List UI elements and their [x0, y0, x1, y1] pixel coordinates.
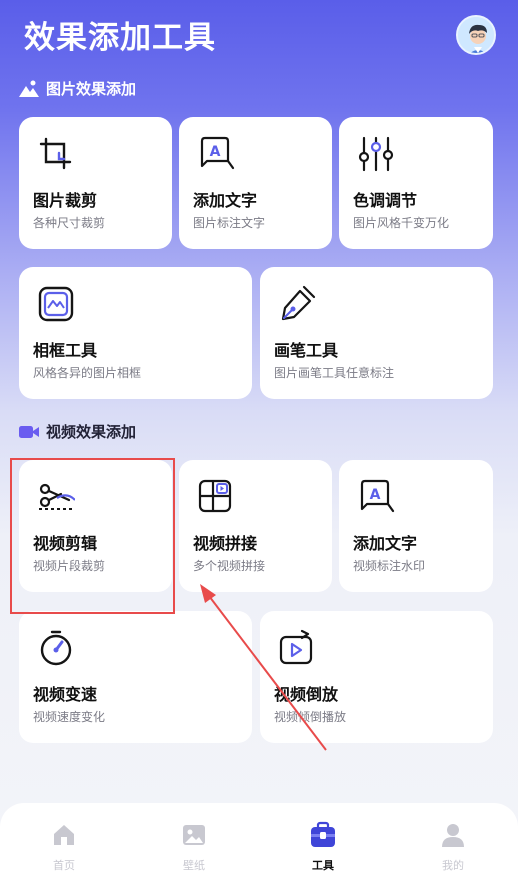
tool-card-video-speed[interactable]: 视频变速 视频速度变化 — [19, 611, 252, 743]
card-subtitle: 风格各异的图片相框 — [33, 366, 142, 380]
tool-card-video-clip[interactable]: 视频剪辑 视频片段裁剪 — [19, 460, 172, 592]
card-title: 视频拼接 — [193, 534, 258, 553]
tool-card-brush[interactable]: 画笔工具 图片画笔工具任意标注 — [260, 267, 493, 399]
tab-profile[interactable]: 我的 — [413, 821, 493, 881]
card-title: 视频倒放 — [274, 685, 339, 704]
tab-wallpaper[interactable]: 壁纸 — [154, 821, 234, 881]
avatar[interactable] — [456, 15, 496, 55]
section-video-effects: 视频效果添加 — [18, 421, 136, 442]
bottom-tab-bar: 首页 壁纸 工具 我的 — [0, 803, 518, 895]
card-title: 相框工具 — [33, 341, 98, 360]
tool-card-image-crop[interactable]: 图片裁剪 各种尺寸裁剪 — [19, 117, 172, 249]
mountain-icon — [19, 80, 39, 97]
tab-home[interactable]: 首页 — [24, 821, 104, 881]
card-subtitle: 图片风格千变万化 — [353, 216, 450, 230]
crop-icon — [39, 137, 72, 170]
tab-label: 首页 — [53, 859, 75, 872]
speedometer-icon — [40, 630, 72, 666]
tab-label: 壁纸 — [183, 859, 205, 872]
card-title: 色调调节 — [353, 191, 418, 210]
text-bubble-icon: A — [200, 136, 235, 170]
tool-card-image-add-text[interactable]: A 添加文字 图片标注文字 — [179, 117, 332, 249]
collage-icon — [198, 479, 232, 513]
card-title: 画笔工具 — [274, 341, 339, 360]
sliders-icon — [358, 136, 394, 172]
tool-card-frame[interactable]: 相框工具 风格各异的图片相框 — [19, 267, 252, 399]
section-title: 视频效果添加 — [46, 423, 137, 441]
tab-label: 工具 — [312, 859, 334, 872]
section-title: 图片效果添加 — [46, 80, 137, 98]
card-subtitle: 视频片段裁剪 — [33, 559, 106, 573]
text-bubble-icon: A — [360, 479, 395, 513]
card-subtitle: 视频倾倒播放 — [274, 710, 347, 724]
card-title: 添加文字 — [193, 191, 258, 210]
tab-tools[interactable]: 工具 — [283, 821, 363, 881]
tool-card-color-adjust[interactable]: 色调调节 图片风格千变万化 — [339, 117, 493, 249]
card-subtitle: 各种尺寸裁剪 — [33, 216, 106, 230]
tool-card-video-reverse[interactable]: 视频倒放 视频倾倒播放 — [260, 611, 493, 743]
user-icon — [442, 824, 464, 847]
frame-icon — [38, 286, 74, 322]
tool-card-video-add-text[interactable]: A 添加文字 视频标注水印 — [339, 460, 493, 592]
tool-card-video-merge[interactable]: 视频拼接 多个视频拼接 — [179, 460, 332, 592]
card-title: 图片裁剪 — [33, 191, 98, 210]
scissors-icon — [39, 483, 75, 510]
toolbox-icon — [311, 821, 335, 847]
card-subtitle: 图片标注文字 — [193, 216, 266, 230]
tab-label: 我的 — [442, 859, 464, 872]
section-image-effects: 图片效果添加 — [18, 78, 136, 99]
card-subtitle: 视频标注水印 — [353, 559, 426, 573]
pen-icon — [281, 285, 316, 321]
card-title: 添加文字 — [353, 534, 418, 553]
page-title: 效果添加工具 — [24, 20, 216, 56]
image-icon — [183, 825, 205, 845]
home-icon — [54, 825, 74, 845]
card-subtitle: 多个视频拼接 — [193, 559, 266, 573]
card-title: 视频剪辑 — [33, 534, 98, 553]
svg-text:A: A — [210, 144, 221, 160]
header: 效果添加工具 — [0, 0, 518, 70]
card-subtitle: 图片画笔工具任意标注 — [274, 366, 395, 380]
reverse-play-icon — [279, 629, 313, 665]
card-title: 视频变速 — [33, 685, 98, 704]
video-camera-icon — [19, 425, 39, 438]
svg-text:A: A — [370, 487, 381, 503]
card-subtitle: 视频速度变化 — [33, 710, 106, 724]
avatar-illustration — [458, 17, 494, 53]
